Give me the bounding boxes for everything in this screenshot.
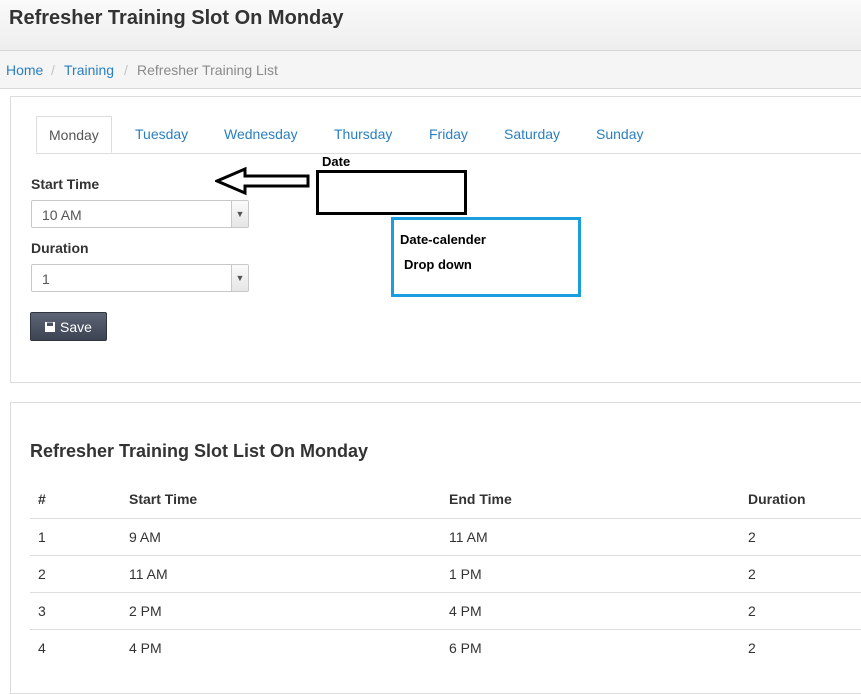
tab-thursday[interactable]: Thursday <box>334 116 392 152</box>
calendar-annotation-line1: Date-calender <box>400 232 486 247</box>
cell-end-time: 4 PM <box>449 603 482 619</box>
column-header-number: # <box>38 491 46 507</box>
tab-monday[interactable]: Monday <box>36 116 112 153</box>
column-header-duration: Duration <box>748 491 806 507</box>
date-annotation-label: Date <box>322 154 351 169</box>
save-button-label: Save <box>60 319 92 335</box>
slot-list-title: Refresher Training Slot List On Monday <box>30 441 369 461</box>
table-divider <box>30 592 861 593</box>
cell-end-time: 1 PM <box>449 566 482 582</box>
start-time-label: Start Time <box>31 176 100 192</box>
cell-duration: 2 <box>748 529 756 545</box>
breadcrumb-current: Refresher Training List <box>137 62 278 78</box>
cell-start-time: 9 AM <box>129 529 161 545</box>
start-time-select[interactable]: 10 AM ▼ <box>31 200 249 228</box>
column-header-start-time: Start Time <box>129 491 198 507</box>
table-divider <box>30 518 861 519</box>
breadcrumb-separator: / <box>51 62 55 78</box>
table-divider <box>30 555 861 556</box>
page-title: Refresher Training Slot On Monday <box>9 7 344 29</box>
tab-friday[interactable]: Friday <box>429 116 468 152</box>
cell-number: 4 <box>38 640 46 656</box>
cell-number: 2 <box>38 566 46 582</box>
tab-sunday[interactable]: Sunday <box>596 116 643 152</box>
cell-duration: 2 <box>748 566 756 582</box>
breadcrumb-home[interactable]: Home <box>6 62 43 78</box>
cell-start-time: 2 PM <box>129 603 162 619</box>
duration-value: 1 <box>42 271 50 287</box>
cell-number: 3 <box>38 603 46 619</box>
duration-select[interactable]: 1 ▼ <box>31 264 249 292</box>
tab-wednesday[interactable]: Wednesday <box>224 116 298 152</box>
cell-number: 1 <box>38 529 46 545</box>
start-time-value: 10 AM <box>42 207 82 223</box>
floppy-disk-icon <box>45 322 55 332</box>
left-arrow-annotation <box>215 166 310 196</box>
cell-duration: 2 <box>748 640 756 656</box>
cell-end-time: 11 AM <box>449 529 488 545</box>
duration-label: Duration <box>31 240 89 256</box>
cell-start-time: 11 AM <box>129 566 168 582</box>
day-tabs: Monday Tuesday Wednesday Thursday Friday… <box>36 116 861 154</box>
tab-tuesday[interactable]: Tuesday <box>135 116 188 152</box>
calendar-annotation-line2: Drop down <box>404 257 472 272</box>
date-field-annotation-box <box>316 170 467 215</box>
cell-end-time: 6 PM <box>449 640 482 656</box>
cell-start-time: 4 PM <box>129 640 162 656</box>
cell-duration: 2 <box>748 603 756 619</box>
breadcrumb: Home / Training / Refresher Training Lis… <box>0 51 861 89</box>
tab-saturday[interactable]: Saturday <box>504 116 560 152</box>
chevron-down-icon: ▼ <box>231 265 248 291</box>
breadcrumb-separator: / <box>124 62 128 78</box>
breadcrumb-training[interactable]: Training <box>64 62 114 78</box>
save-button[interactable]: Save <box>30 312 107 341</box>
chevron-down-icon: ▼ <box>231 201 248 227</box>
column-header-end-time: End Time <box>449 491 512 507</box>
table-divider <box>30 629 861 630</box>
page-header: Refresher Training Slot On Monday <box>0 0 861 51</box>
